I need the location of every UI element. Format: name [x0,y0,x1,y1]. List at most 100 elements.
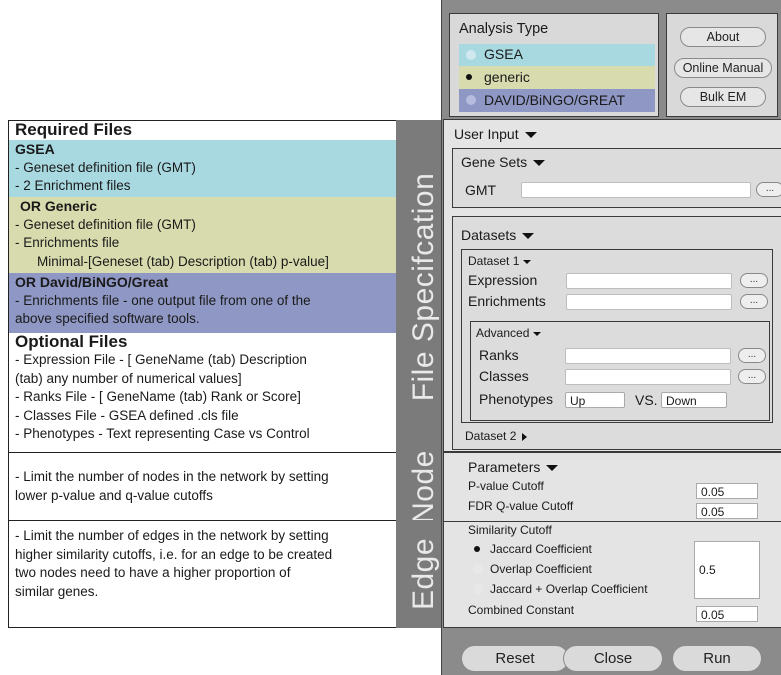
radio-button-icon [466,95,476,105]
datasets-header[interactable]: Datasets [461,227,535,243]
dataset-1-title: Dataset 1 [468,254,520,268]
ranks-input[interactable] [565,348,731,364]
option-label: Jaccard + Overlap Coefficient [490,582,648,596]
optional-line: - Ranks File - [ GeneName (tab) Rank or … [15,389,301,404]
edge-line: similar genes. [15,583,99,599]
node-line: lower p-value and q-value cutoffs [15,487,213,503]
gmt-browse-button[interactable]: ... [756,182,781,197]
advanced-box: Advanced Ranks ... Classes ... Phenotype… [470,321,770,421]
online-manual-button[interactable]: Online Manual [674,58,772,78]
enrichments-browse-button[interactable]: ... [740,294,768,309]
option-label: GSEA [484,46,523,62]
pvalue-input[interactable]: 0.05 [696,483,758,499]
classes-input[interactable] [565,369,731,385]
similarity-value-input[interactable]: 0.5 [694,541,760,599]
gsea-band: GSEA - Geneset definition file (GMT) - 2… [9,140,396,197]
parameters-panel: Parameters P-value Cutoff 0.05 FDR Q-val… [443,452,781,628]
enrichments-input[interactable] [566,294,732,310]
ranks-label: Ranks [479,347,519,363]
optional-line: - Expression File - [ GeneName (tab) Des… [15,352,307,367]
analysis-option-generic[interactable]: generic [459,66,655,89]
david-title: OR David/BiNGO/Great [15,274,169,290]
radio-selected-icon [474,546,480,552]
analysis-type-box: Analysis Type GSEA generic DAVID/BiNGO/G… [449,13,659,117]
expression-browse-button[interactable]: ... [740,273,768,288]
chevron-right-icon [522,432,528,441]
node-section: - Limit the number of nodes in the netwo… [8,450,452,523]
optional-line: (tab) any number of numerical values] [15,370,242,386]
option-label: generic [484,69,530,85]
pvalue-label: P-value Cutoff [468,479,544,493]
edge-section: - Limit the number of edges in the netwo… [8,520,452,628]
dataset-2-title: Dataset 2 [465,429,517,443]
generic-line: - Geneset definition file (GMT) [15,216,196,232]
divider [443,521,781,522]
david-line: above specified software tools. [15,311,200,326]
parameters-header[interactable]: Parameters [468,459,559,475]
radio-button-icon [473,564,483,574]
expression-input[interactable] [566,273,732,289]
datasets-title: Datasets [461,227,517,243]
similarity-option-jaccard[interactable]: Jaccard Coefficient [468,541,688,559]
gene-sets-header[interactable]: Gene Sets [461,154,546,170]
similarity-option-overlap[interactable]: Overlap Coefficient [468,561,688,579]
phenotype-up-input[interactable]: Up [565,392,625,408]
gsea-title: GSEA [15,141,55,157]
chevron-down-icon [533,160,546,167]
edge-description: - Limit the number of edges in the netwo… [15,527,395,601]
generic-title: OR Generic [20,198,98,214]
advanced-header[interactable]: Advanced [476,326,542,340]
gene-sets-box: Gene Sets GMT ... [452,148,781,208]
option-label: Overlap Coefficient [490,562,592,576]
user-input-panel: User Input Gene Sets GMT ... Datasets Da… [443,119,781,452]
david-band: OR David/BiNGO/Great - Enrichments file … [9,273,396,333]
dataset-1-box: Dataset 1 Expression ... Enrichments ...… [461,249,773,423]
edge-line: - Limit the number of edges in the netwo… [15,528,329,543]
similarity-cutoff-label: Similarity Cutoff [468,523,552,537]
phenotype-down-input[interactable]: Down [661,392,727,408]
classes-label: Classes [479,368,529,384]
combined-constant-input[interactable]: 0.05 [696,606,758,622]
analysis-option-david[interactable]: DAVID/BiNGO/GREAT [459,89,655,112]
generic-line: Minimal-[Geneset (tab) Description (tab)… [37,253,329,269]
david-line: - Enrichments file - one output file fro… [15,292,311,308]
fdr-input[interactable]: 0.05 [696,503,758,519]
analysis-type-title: Analysis Type [459,21,549,37]
option-label: Jaccard Coefficient [490,542,592,556]
radio-button-icon [466,50,476,60]
file-requirements-text: Required Files GSEA - Geneset definition… [9,120,396,451]
node-description: - Limit the number of nodes in the netwo… [15,468,395,505]
dataset-1-header[interactable]: Dataset 1 [468,254,532,268]
classes-browse-button[interactable]: ... [738,369,766,384]
gmt-input[interactable] [521,182,751,198]
generic-line: - Enrichments file [15,235,120,250]
user-input-header[interactable]: User Input [454,126,537,142]
radio-button-icon [473,584,483,594]
ranks-browse-button[interactable]: ... [738,348,766,363]
reset-button[interactable]: Reset [461,645,569,672]
expression-label: Expression [468,272,538,288]
gsea-line: - Geneset definition file (GMT) [15,159,196,175]
enrichment-map-panel: Analysis Type GSEA generic DAVID/BiNGO/G… [441,0,781,675]
node-line: - Limit the number of nodes in the netwo… [15,469,329,484]
similarity-value: 0.5 [699,563,716,577]
analysis-option-gsea[interactable]: GSEA [459,44,655,66]
optional-files: Optional Files - Expression File - [ Gen… [9,333,396,451]
chevron-down-icon [524,132,537,139]
run-button[interactable]: Run [672,645,762,672]
vs-label: VS. [635,392,658,408]
close-button[interactable]: Close [563,645,663,672]
enrichments-label: Enrichments [468,293,546,309]
optional-files-title: Optional Files [15,332,128,351]
datasets-box: Datasets Dataset 1 Expression ... Enrich… [452,216,781,450]
parameters-title: Parameters [468,459,541,475]
bulk-em-button[interactable]: Bulk EM [680,87,766,107]
combined-constant-label: Combined Constant [468,603,575,617]
user-input-title: User Input [454,126,519,142]
dataset-2-header[interactable]: Dataset 2 [465,429,528,443]
about-button[interactable]: About [680,27,766,47]
similarity-option-combined[interactable]: Jaccard + Overlap Coefficient [468,581,688,599]
help-buttons-box: About Online Manual Bulk EM [666,13,778,117]
chevron-down-icon [533,331,542,336]
chevron-down-icon [523,259,532,264]
